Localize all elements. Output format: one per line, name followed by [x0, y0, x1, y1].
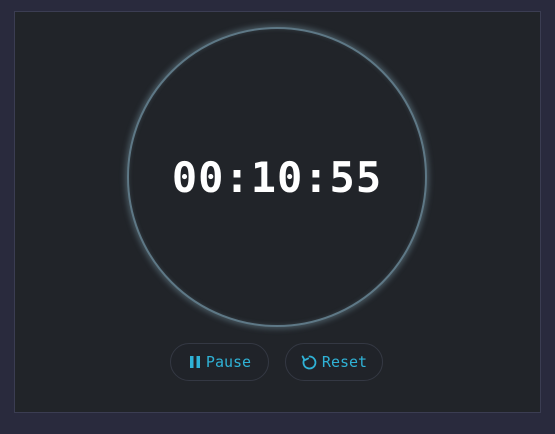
reset-icon [301, 354, 318, 371]
pause-icon [188, 355, 202, 369]
reset-label: Reset [321, 353, 368, 371]
time-display: 00:10:55 [171, 152, 383, 202]
pause-label: Pause [205, 353, 252, 371]
reset-button[interactable]: Reset [285, 343, 383, 381]
pause-button[interactable]: Pause [170, 343, 269, 381]
